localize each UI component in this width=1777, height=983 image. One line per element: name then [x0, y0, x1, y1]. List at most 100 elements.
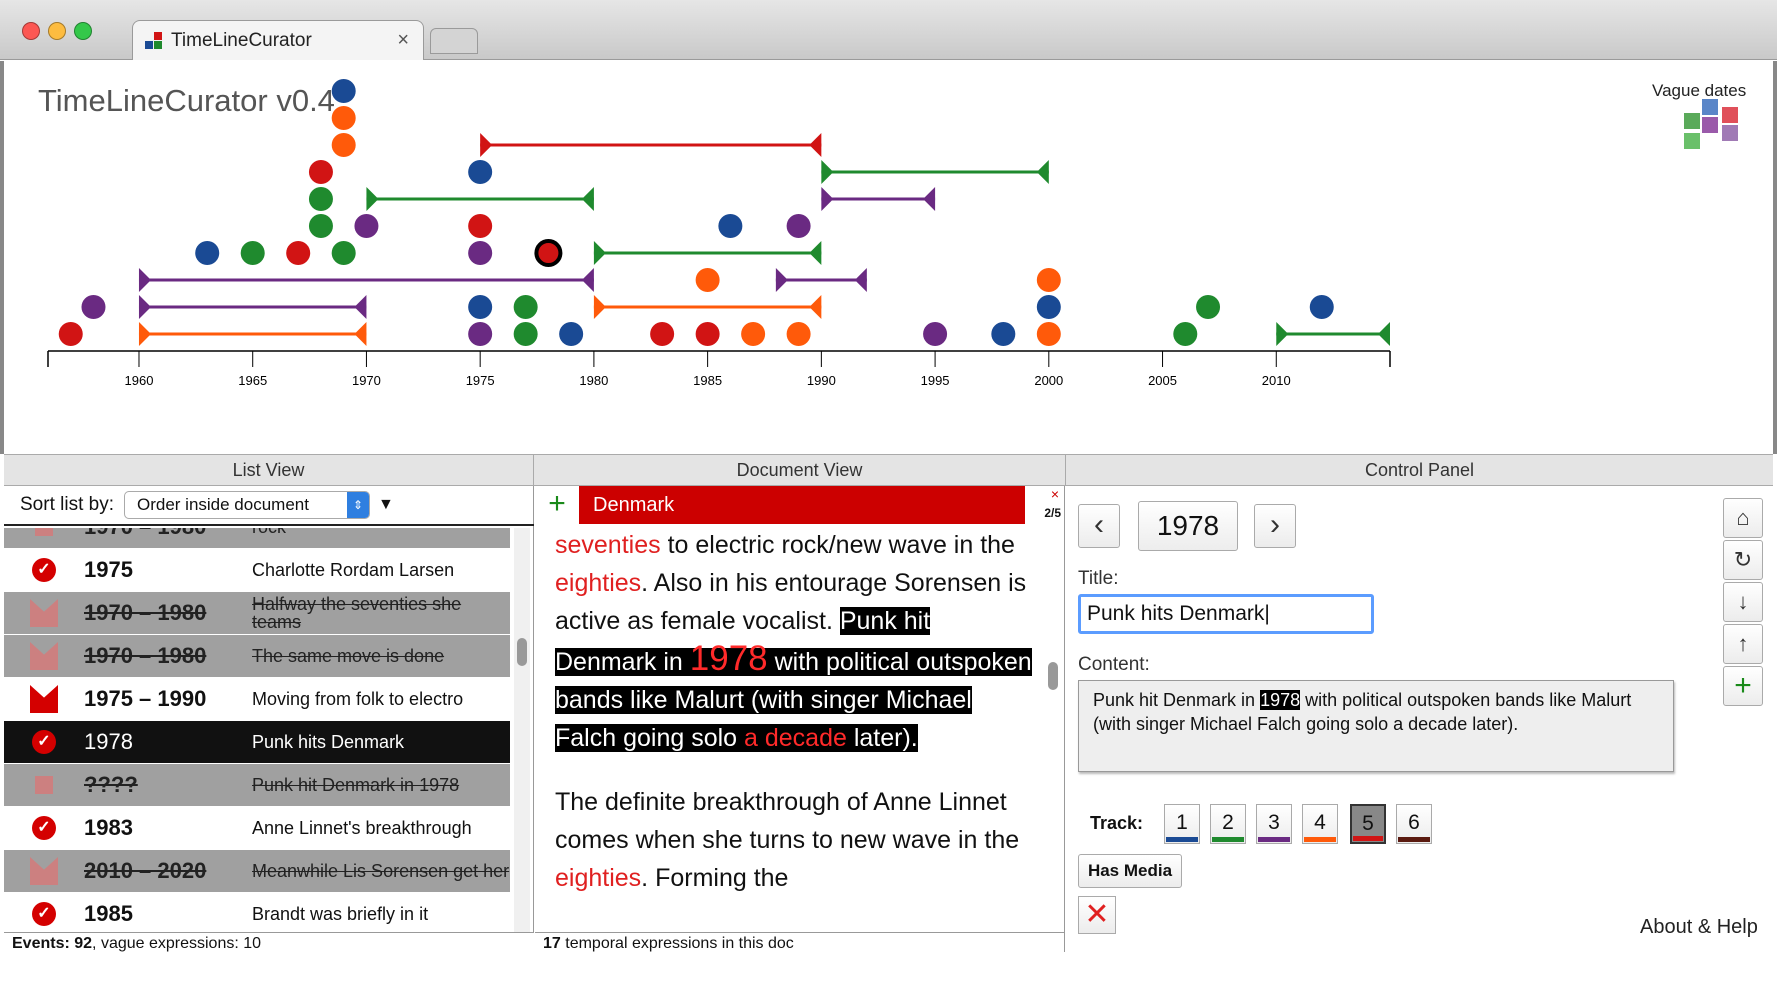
- add-icon[interactable]: +: [1723, 666, 1763, 706]
- event-status-icon[interactable]: [4, 642, 84, 670]
- track-button-3[interactable]: 3: [1256, 804, 1292, 844]
- event-point[interactable]: [58, 322, 83, 346]
- event-status-icon[interactable]: [4, 599, 84, 627]
- range-end-marker[interactable]: [923, 187, 936, 211]
- event-point[interactable]: [468, 214, 493, 238]
- event-point[interactable]: [468, 160, 493, 184]
- range-start-marker[interactable]: [821, 160, 834, 184]
- list-item[interactable]: ✓ 1983 Anne Linnet's breakthrough: [4, 807, 510, 850]
- content-textarea[interactable]: Punk hit Denmark in 1978 with political …: [1078, 680, 1674, 772]
- list-scrollbar[interactable]: [514, 528, 530, 932]
- range-start-marker[interactable]: [366, 187, 379, 211]
- about-help-link[interactable]: About & Help: [1640, 916, 1758, 939]
- event-point[interactable]: [331, 241, 356, 265]
- list-item[interactable]: ✓ 1975 Charlotte Rordam Larsen: [4, 549, 510, 592]
- range-start-marker[interactable]: [1276, 322, 1289, 346]
- event-point[interactable]: [331, 133, 356, 157]
- event-point[interactable]: [513, 322, 538, 346]
- range-start-marker[interactable]: [138, 322, 151, 346]
- range-start-marker[interactable]: [593, 295, 606, 319]
- list-item[interactable]: ✓ 1985 Brandt was briefly in it: [4, 893, 510, 932]
- event-point[interactable]: [1036, 295, 1061, 319]
- list-item[interactable]: ???? Punk hit Denmark in 1978: [4, 764, 510, 807]
- range-end-marker[interactable]: [809, 133, 822, 157]
- range-start-marker[interactable]: [480, 133, 493, 157]
- list-item-selected[interactable]: ✓ 1978 Punk hits Denmark: [4, 721, 510, 764]
- event-status-icon[interactable]: [4, 776, 84, 794]
- event-point[interactable]: [468, 295, 493, 319]
- range-end-marker[interactable]: [581, 187, 594, 211]
- temporal-expression[interactable]: eighties: [555, 864, 641, 892]
- refresh-icon[interactable]: ↻: [1723, 540, 1763, 580]
- event-point[interactable]: [308, 187, 333, 211]
- event-point[interactable]: [240, 241, 265, 265]
- title-input[interactable]: Punk hits Denmark|: [1078, 594, 1374, 634]
- event-point[interactable]: [718, 214, 743, 238]
- event-point[interactable]: [741, 322, 766, 346]
- document-title[interactable]: Denmark: [579, 486, 1025, 524]
- event-point[interactable]: [286, 241, 311, 265]
- previous-event-button[interactable]: ‹: [1078, 504, 1120, 548]
- range-start-marker[interactable]: [593, 241, 606, 265]
- year-display[interactable]: 1978: [1138, 501, 1238, 551]
- event-point[interactable]: [923, 322, 948, 346]
- range-start-marker[interactable]: [775, 268, 788, 292]
- track-button-5[interactable]: 5: [1350, 804, 1386, 844]
- zoom-window-button[interactable]: [74, 22, 92, 40]
- selected-event-point[interactable]: [534, 239, 563, 267]
- temporal-expression[interactable]: seventies: [555, 531, 661, 559]
- event-point[interactable]: [81, 295, 106, 319]
- range-start-marker[interactable]: [138, 268, 151, 292]
- sort-select[interactable]: Order inside document ⇕: [123, 491, 370, 519]
- add-event-icon[interactable]: +: [535, 486, 579, 524]
- event-status-icon[interactable]: ✓: [4, 816, 84, 840]
- event-point[interactable]: [308, 160, 333, 184]
- track-button-1[interactable]: 1: [1164, 804, 1200, 844]
- list-item[interactable]: 2010 – 2020 Meanwhile Lis Sorensen get he…: [4, 850, 510, 893]
- event-point[interactable]: [1309, 295, 1334, 319]
- event-point[interactable]: [331, 79, 356, 103]
- track-button-4[interactable]: 4: [1302, 804, 1338, 844]
- new-tab-button[interactable]: [430, 28, 478, 54]
- event-point[interactable]: [786, 322, 811, 346]
- range-end-marker[interactable]: [1378, 322, 1390, 346]
- range-end-marker[interactable]: [809, 295, 822, 319]
- event-point[interactable]: [991, 322, 1016, 346]
- list-item[interactable]: 1975 – 1990 Moving from folk to electro: [4, 678, 510, 721]
- arrow-down-icon[interactable]: ↓: [1723, 582, 1763, 622]
- event-point[interactable]: [1173, 322, 1198, 346]
- has-media-button[interactable]: Has Media: [1078, 854, 1182, 888]
- list-scroll-thumb[interactable]: [517, 638, 527, 666]
- event-point[interactable]: [308, 214, 333, 238]
- event-point[interactable]: [1036, 322, 1061, 346]
- range-start-marker[interactable]: [138, 295, 151, 319]
- document-scrollbar[interactable]: [1045, 526, 1061, 934]
- event-point[interactable]: [695, 268, 720, 292]
- event-point[interactable]: [468, 241, 493, 265]
- temporal-expression[interactable]: a decade: [744, 724, 847, 752]
- event-point[interactable]: [468, 322, 493, 346]
- track-button-2[interactable]: 2: [1210, 804, 1246, 844]
- document-text[interactable]: seventies to electric rock/new wave in t…: [555, 526, 1035, 934]
- range-end-marker[interactable]: [581, 268, 594, 292]
- list-item[interactable]: 1970 – 1980 The same move is done: [4, 635, 510, 678]
- list-item[interactable]: 1970 – 1980 Halfway the seventies she tea…: [4, 592, 510, 635]
- track-button-6[interactable]: 6: [1396, 804, 1432, 844]
- arrow-up-icon[interactable]: ↑: [1723, 624, 1763, 664]
- range-end-marker[interactable]: [354, 322, 367, 346]
- event-point[interactable]: [559, 322, 584, 346]
- event-status-icon[interactable]: [4, 857, 84, 885]
- close-window-button[interactable]: [22, 22, 40, 40]
- sort-direction-icon[interactable]: ▼: [378, 496, 394, 514]
- temporal-expression-selected[interactable]: 1978: [690, 639, 768, 678]
- range-end-marker[interactable]: [1036, 160, 1049, 184]
- event-point[interactable]: [1196, 295, 1221, 319]
- timeline-chart[interactable]: 1960 1965 1970 1975 1980 1985 1990 1995 2000 2005…: [4, 61, 1773, 454]
- delete-event-button[interactable]: ✕: [1078, 896, 1116, 934]
- event-status-icon[interactable]: ✓: [4, 902, 84, 926]
- close-doc-icon[interactable]: ×: [1051, 486, 1059, 502]
- event-point[interactable]: [354, 214, 379, 238]
- event-status-icon[interactable]: ✓: [4, 558, 84, 582]
- range-end-marker[interactable]: [854, 268, 867, 292]
- event-point[interactable]: [195, 241, 220, 265]
